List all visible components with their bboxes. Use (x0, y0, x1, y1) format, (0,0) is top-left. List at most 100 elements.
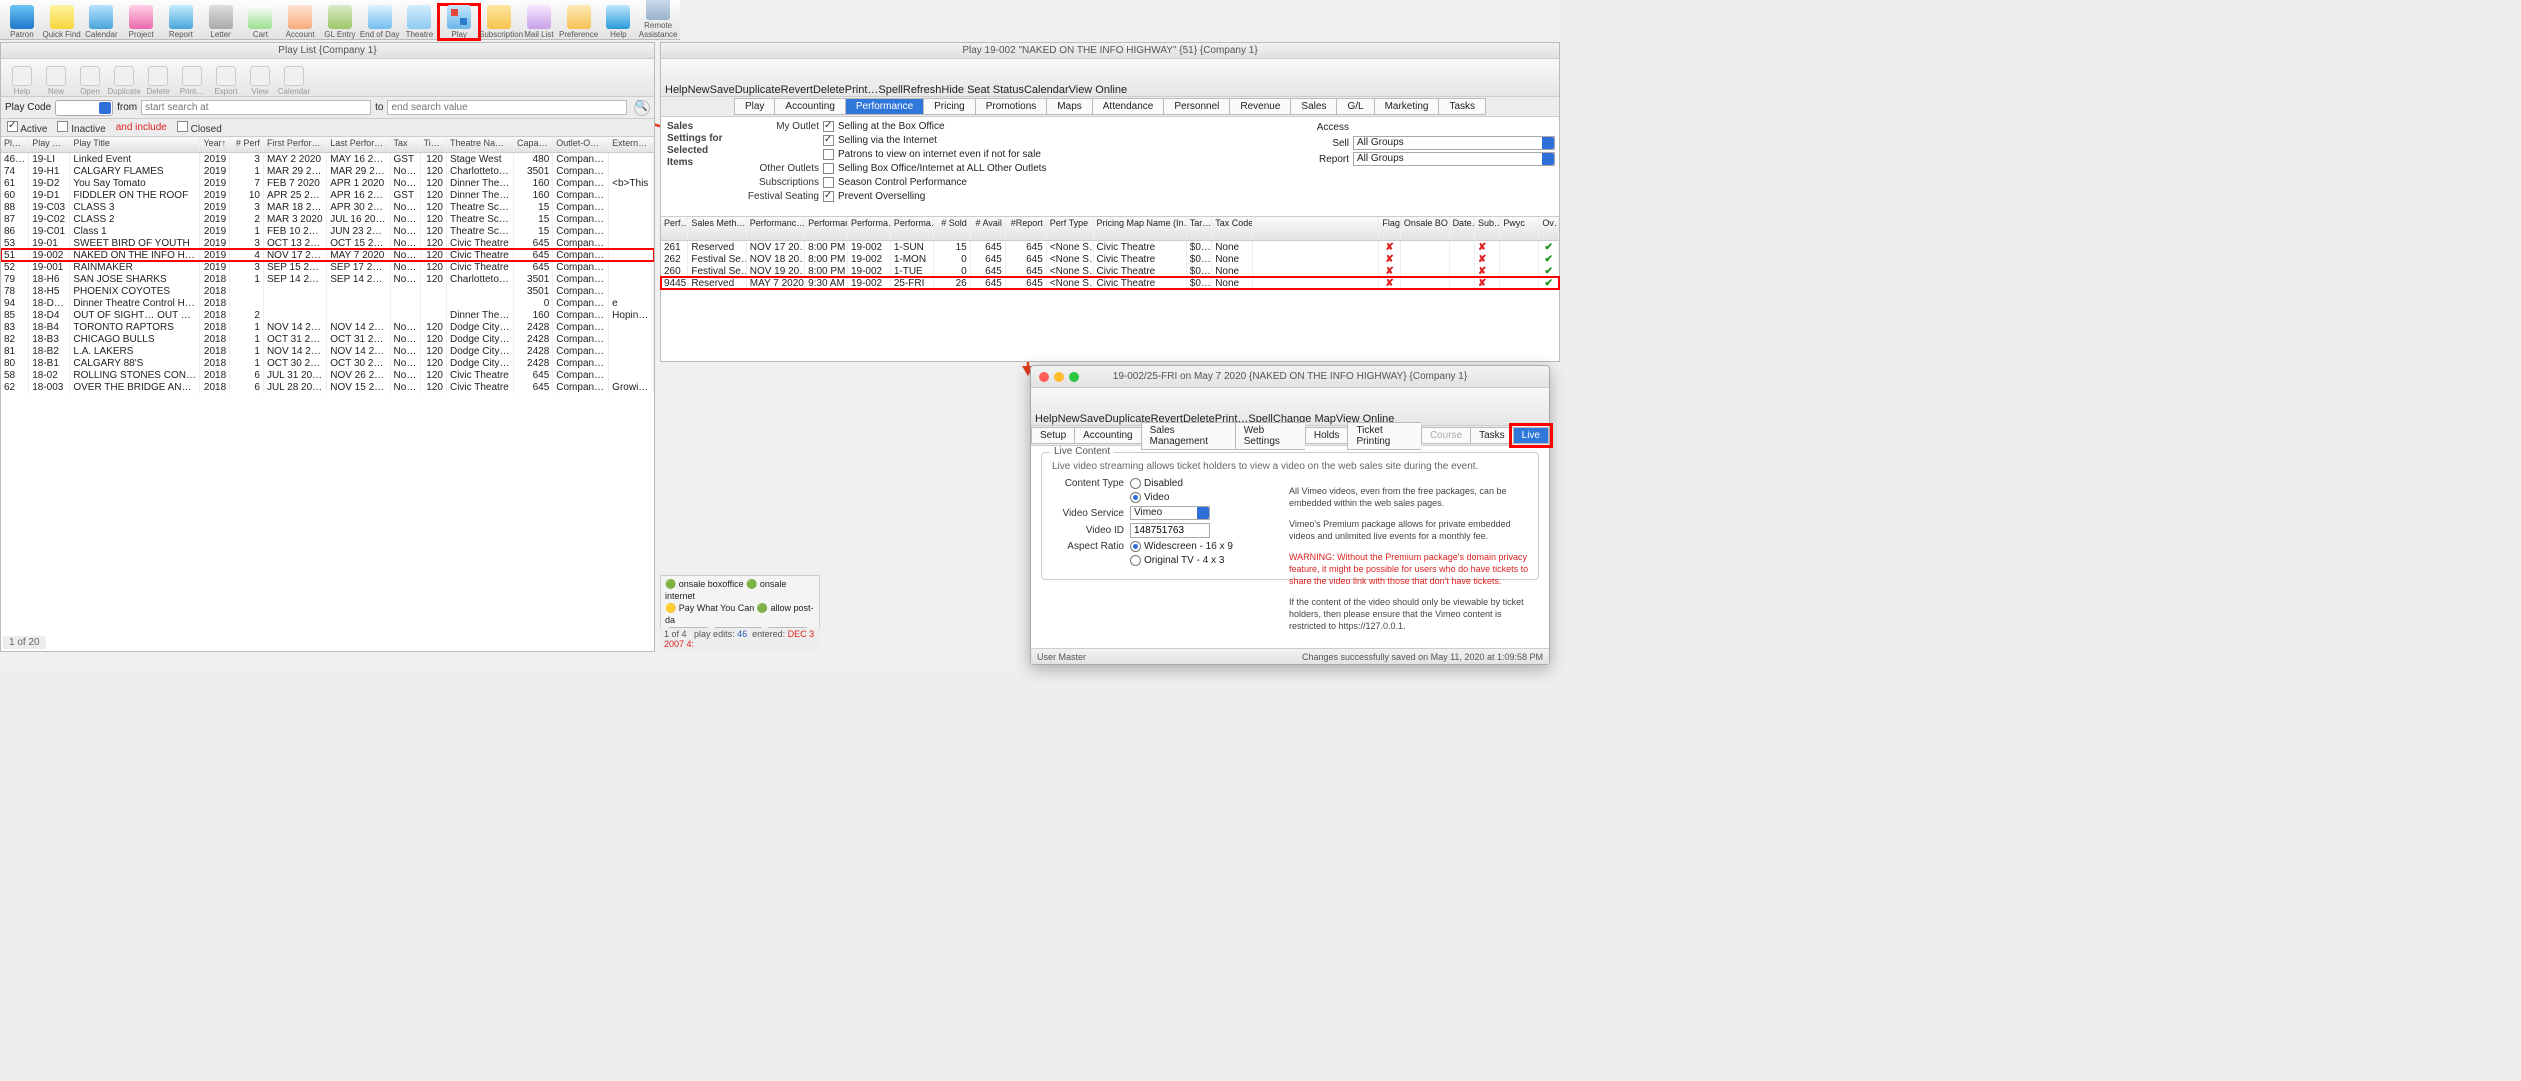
tb-export[interactable]: Export (209, 66, 243, 96)
tb-spell[interactable]: Spell (878, 84, 902, 96)
report-dropdown[interactable]: All Groups (1353, 152, 1555, 166)
col-header[interactable]: Time (421, 137, 447, 152)
tb-revert[interactable]: Revert (781, 84, 813, 96)
col-header[interactable] (1253, 217, 1379, 240)
tb-project[interactable]: Project (121, 5, 161, 39)
tb-help[interactable]: Help (599, 5, 639, 39)
tb-open[interactable]: Open (73, 66, 107, 96)
tb-delete[interactable]: Delete (141, 66, 175, 96)
table-row[interactable]: 8719-C02CLASS 220192MAR 3 2020JUL 16 202… (1, 213, 654, 225)
col-header[interactable]: Year↑ (200, 137, 230, 152)
tb-quick-find[interactable]: Quick Find (42, 5, 82, 39)
tb-duplicate[interactable]: Duplicate (107, 66, 141, 96)
tab-attendance[interactable]: Attendance (1092, 98, 1164, 115)
col-header[interactable]: Perf… (661, 217, 688, 240)
tb-help[interactable]: Help (1035, 413, 1058, 425)
tab-tasks[interactable]: Tasks (1438, 98, 1486, 115)
col-header[interactable]: Pwyc (1500, 217, 1539, 240)
col-header[interactable]: Last Perform… (327, 137, 390, 152)
table-row[interactable]: 260Festival Se…NOV 19 20…8:00 PM19-0021-… (661, 265, 1559, 277)
search-icon[interactable]: 🔍 (634, 100, 650, 116)
col-header[interactable]: # Sold (934, 217, 971, 240)
col-header[interactable]: #Report (1006, 217, 1047, 240)
col-header[interactable]: # Perf (230, 137, 264, 152)
col-header[interactable]: Pricing Map Name (In… (1094, 217, 1187, 240)
tb-remote-assistance[interactable]: Remote Assistance (638, 0, 678, 39)
widescreen-radio[interactable] (1130, 541, 1141, 552)
col-header[interactable]: Onsale BO (1401, 217, 1450, 240)
tb-delete[interactable]: Delete (813, 84, 845, 96)
video-service-dropdown[interactable]: Vimeo (1130, 506, 1210, 520)
table-row[interactable]: 8218-B3CHICAGO BULLS20181OCT 31 2019OCT … (1, 333, 654, 345)
originaltv-radio[interactable] (1130, 555, 1141, 566)
tab-performance[interactable]: Performance (845, 98, 923, 115)
sell-dropdown[interactable]: All Groups (1353, 136, 1555, 150)
table-row[interactable]: 8018-B1CALGARY 88'S20181OCT 30 2019OCT 3… (1, 357, 654, 369)
playlist-body[interactable]: 465619-LILinked Event20193MAY 2 2020MAY … (1, 153, 654, 631)
subs-checkbox[interactable] (823, 177, 834, 188)
tb-save[interactable]: Save (1080, 413, 1105, 425)
tb-calendar[interactable]: Calendar (277, 66, 311, 96)
tab-pricing[interactable]: Pricing (923, 98, 975, 115)
table-row[interactable]: 6218-003OVER THE BRIDGE AND BY THE T…201… (1, 381, 654, 393)
table-row[interactable]: 262Festival Se…NOV 18 20…8:00 PM19-0021-… (661, 253, 1559, 265)
tb-print-[interactable]: Print… (175, 66, 209, 96)
tb-new[interactable]: New (688, 84, 710, 96)
tb-new[interactable]: New (39, 66, 73, 96)
sell-net-checkbox[interactable] (823, 135, 834, 146)
close-icon[interactable] (1039, 372, 1049, 382)
table-row[interactable]: 9418-DCTDinner Theatre Control House2018… (1, 297, 654, 309)
col-header[interactable]: Date… (1450, 217, 1475, 240)
tb-preference[interactable]: Preference (559, 5, 599, 39)
col-header[interactable]: Play Title (70, 137, 200, 152)
tab-sales-management[interactable]: Sales Management (1141, 422, 1235, 450)
tb-patron[interactable]: Patron (2, 5, 42, 39)
minimize-icon[interactable] (1054, 372, 1064, 382)
table-row[interactable]: 9445ReservedMAY 7 20209:30 AM19-00225-FR… (661, 277, 1559, 289)
table-row[interactable]: 7918-H6SAN JOSE SHARKS20181SEP 14 2019SE… (1, 273, 654, 285)
traffic-lights[interactable] (1039, 372, 1079, 382)
col-header[interactable]: Tar… (1187, 217, 1212, 240)
col-header[interactable]: Play # (1, 137, 29, 152)
col-header[interactable]: Performa… (848, 217, 891, 240)
tb-view-online[interactable]: View Online (1069, 84, 1128, 96)
tb-save[interactable]: Save (710, 84, 735, 96)
col-header[interactable]: Play … (29, 137, 70, 152)
tb-view[interactable]: View (243, 66, 277, 96)
table-row[interactable]: 5818-02ROLLING STONES CONCERT20186JUL 31… (1, 369, 654, 381)
table-row[interactable]: 8118-B2L.A. LAKERS20181NOV 14 2019NOV 14… (1, 345, 654, 357)
table-row[interactable]: 5319-01SWEET BIRD OF YOUTH20193OCT 13 20… (1, 237, 654, 249)
tab-web-settings[interactable]: Web Settings (1235, 422, 1305, 450)
from-input[interactable] (141, 100, 371, 115)
tb-play[interactable]: Play (439, 5, 479, 39)
tab-revenue[interactable]: Revenue (1229, 98, 1290, 115)
table-row[interactable]: 8518-D4OUT OF SIGHT… OUT OF MIND20182Din… (1, 309, 654, 321)
tab-ticket-printing[interactable]: Ticket Printing (1347, 422, 1420, 450)
col-header[interactable]: Tax (391, 137, 421, 152)
table-row[interactable]: 8318-B4TORONTO RAPTORS20181NOV 14 2019NO… (1, 321, 654, 333)
tab-holds[interactable]: Holds (1305, 427, 1348, 444)
table-row[interactable]: 7818-H5PHOENIX COYOTES20183501Company 1 (1, 285, 654, 297)
tab-g-l[interactable]: G/L (1336, 98, 1373, 115)
tb-calendar[interactable]: Calendar (82, 5, 122, 39)
tb-new[interactable]: New (1058, 413, 1080, 425)
tb-cart[interactable]: Cart (241, 5, 281, 39)
tb-subscription[interactable]: Subscription (479, 5, 519, 39)
table-row[interactable]: 261ReservedNOV 17 20…8:00 PM19-0021-SUN1… (661, 241, 1559, 253)
col-header[interactable]: Outlet-Owner (553, 137, 609, 152)
tab-promotions[interactable]: Promotions (975, 98, 1047, 115)
inactive-checkbox[interactable] (57, 121, 68, 132)
col-header[interactable]: Capacity (514, 137, 553, 152)
zoom-icon[interactable] (1069, 372, 1079, 382)
tb-end-of-day[interactable]: End of Day (360, 5, 400, 39)
col-header[interactable]: Performanc… (805, 217, 848, 240)
disabled-radio[interactable] (1130, 478, 1141, 489)
tab-play[interactable]: Play (734, 98, 774, 115)
col-header[interactable]: Ov… (1539, 217, 1559, 240)
col-header[interactable]: First Perform… (264, 137, 327, 152)
to-input[interactable] (387, 100, 627, 115)
view-net-checkbox[interactable] (823, 149, 834, 160)
tab-accounting[interactable]: Accounting (1074, 427, 1140, 444)
table-row[interactable]: 8619-C01Class 120191FEB 10 2020JUN 23 20… (1, 225, 654, 237)
tab-sales[interactable]: Sales (1290, 98, 1336, 115)
